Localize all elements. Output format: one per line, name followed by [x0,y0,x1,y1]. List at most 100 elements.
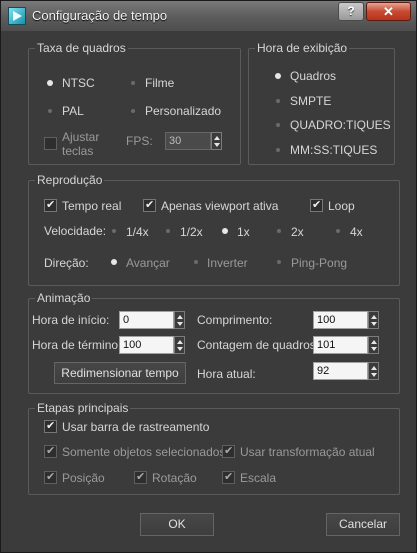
use-trackbar-checkbox[interactable] [44,419,57,433]
active-viewport-label[interactable]: Apenas viewport ativa [161,199,278,213]
direction-label: Direção: [44,256,89,270]
spin-down-icon[interactable] [177,347,183,351]
direction-ping-pong-radio[interactable] [273,256,285,268]
fps-input[interactable] [166,133,210,149]
cancel-button[interactable]: Cancelar [326,513,400,536]
time-display-smpte-label[interactable]: SMPTE [290,94,331,108]
direction-forward-label[interactable]: Avançar [126,256,170,270]
fps-spin-arrows[interactable] [211,132,222,150]
active-viewport-checkbox[interactable] [143,198,156,212]
spin-down-icon[interactable] [371,347,377,351]
speed-quarter-radio[interactable] [108,225,120,237]
adjust-keys-label-line2: teclas [62,144,94,158]
length-label: Comprimento: [197,313,273,327]
speed-2x-label[interactable]: 2x [291,225,304,239]
current-time-input[interactable] [314,363,367,379]
rotation-label[interactable]: Rotação [152,471,197,485]
use-current-transform-checkbox[interactable] [222,444,235,458]
start-time-spin-arrows[interactable] [174,311,185,329]
real-time-label[interactable]: Tempo real [62,199,121,213]
length-spinner[interactable] [313,311,379,329]
adjust-keys-checkbox[interactable] [44,137,57,150]
spin-up-icon[interactable] [371,315,377,319]
direction-ping-pong-label[interactable]: Ping-Pong [291,256,347,270]
frame-count-input[interactable] [314,337,367,353]
frame-rate-film-label[interactable]: Filme [145,76,174,90]
help-button[interactable]: ? [338,2,364,21]
fps-spinner[interactable] [165,132,222,150]
loop-label[interactable]: Loop [328,199,355,213]
frame-rate-group-title: Taxa de quadros [35,41,128,55]
frame-count-label: Contagem de quadros: [197,338,320,352]
time-display-frames-radio[interactable] [272,70,284,82]
time-display-mm-ss-ticks-label[interactable]: MM:SS:TIQUES [290,143,377,157]
end-time-spinner[interactable] [119,336,185,354]
window-title: Configuração de tempo [32,8,168,23]
frame-rate-ntsc-radio[interactable] [44,77,56,89]
speed-2x-radio[interactable] [273,225,285,237]
use-trackbar-label[interactable]: Usar barra de rastreamento [62,420,209,434]
end-time-input[interactable] [120,337,173,353]
direction-forward-radio[interactable] [108,256,120,268]
spin-up-icon[interactable] [371,340,377,344]
start-time-spinner[interactable] [119,311,185,329]
spin-down-icon[interactable] [371,373,377,377]
speed-half-label[interactable]: 1/2x [180,225,203,239]
spin-up-icon[interactable] [177,315,183,319]
position-checkbox[interactable] [44,470,57,484]
frame-rate-custom-radio[interactable] [127,105,139,117]
length-input[interactable] [314,312,367,328]
end-time-spin-arrows[interactable] [174,336,185,354]
current-time-spin-arrows[interactable] [368,362,379,380]
spin-up-icon[interactable] [371,366,377,370]
app-logo-icon [8,7,26,25]
speed-1x-radio[interactable] [219,225,231,237]
playback-group-title: Reprodução [35,173,105,187]
rescale-time-button[interactable]: Redimensionar tempo [54,362,186,384]
scale-label[interactable]: Escala [240,471,276,485]
length-spin-arrows[interactable] [368,311,379,329]
frame-count-spinner[interactable] [313,336,379,354]
selected-objects-only-label[interactable]: Somente objetos selecionados [62,445,225,459]
time-configuration-dialog: Configuração de tempo ? ✕ Taxa de quadro… [0,0,417,553]
ok-button[interactable]: OK [140,513,214,536]
loop-checkbox[interactable] [310,198,323,212]
close-button[interactable]: ✕ [366,2,411,21]
title-bar[interactable]: Configuração de tempo ? ✕ [1,1,416,31]
speed-4x-label[interactable]: 4x [350,225,363,239]
spin-up-icon[interactable] [177,340,183,344]
selected-objects-only-checkbox[interactable] [44,444,57,458]
scale-checkbox[interactable] [222,470,235,484]
time-display-mm-ss-ticks-radio[interactable] [272,144,284,156]
position-label[interactable]: Posição [62,471,105,485]
speed-half-radio[interactable] [162,225,174,237]
frame-count-spin-arrows[interactable] [368,336,379,354]
start-time-input[interactable] [120,312,173,328]
time-display-group-title: Hora de exibição [255,41,350,55]
start-time-label: Hora de início: [32,313,110,327]
spin-down-icon[interactable] [214,143,220,147]
rotation-checkbox[interactable] [134,470,147,484]
real-time-checkbox[interactable] [44,198,57,212]
frame-rate-film-radio[interactable] [127,77,139,89]
speed-quarter-label[interactable]: 1/4x [126,225,149,239]
frame-rate-pal-label[interactable]: PAL [62,104,84,118]
direction-reverse-radio[interactable] [190,256,202,268]
time-display-smpte-radio[interactable] [272,95,284,107]
spin-down-icon[interactable] [177,322,183,326]
frame-rate-ntsc-label[interactable]: NTSC [62,76,95,90]
spin-down-icon[interactable] [371,322,377,326]
fps-label: FPS: [126,134,153,148]
time-display-frame-ticks-radio[interactable] [272,119,284,131]
speed-1x-label[interactable]: 1x [237,225,250,239]
speed-4x-radio[interactable] [332,225,344,237]
current-time-spinner[interactable] [313,362,379,380]
use-current-transform-label[interactable]: Usar transformação atual [240,445,375,459]
spin-up-icon[interactable] [214,136,220,140]
time-display-frames-label[interactable]: Quadros [290,69,336,83]
direction-reverse-label[interactable]: Inverter [207,256,248,270]
frame-rate-pal-radio[interactable] [44,105,56,117]
frame-rate-custom-label[interactable]: Personalizado [145,104,221,118]
time-display-frame-ticks-label[interactable]: QUADRO:TIQUES [290,118,391,132]
current-time-label: Hora atual: [197,367,256,381]
